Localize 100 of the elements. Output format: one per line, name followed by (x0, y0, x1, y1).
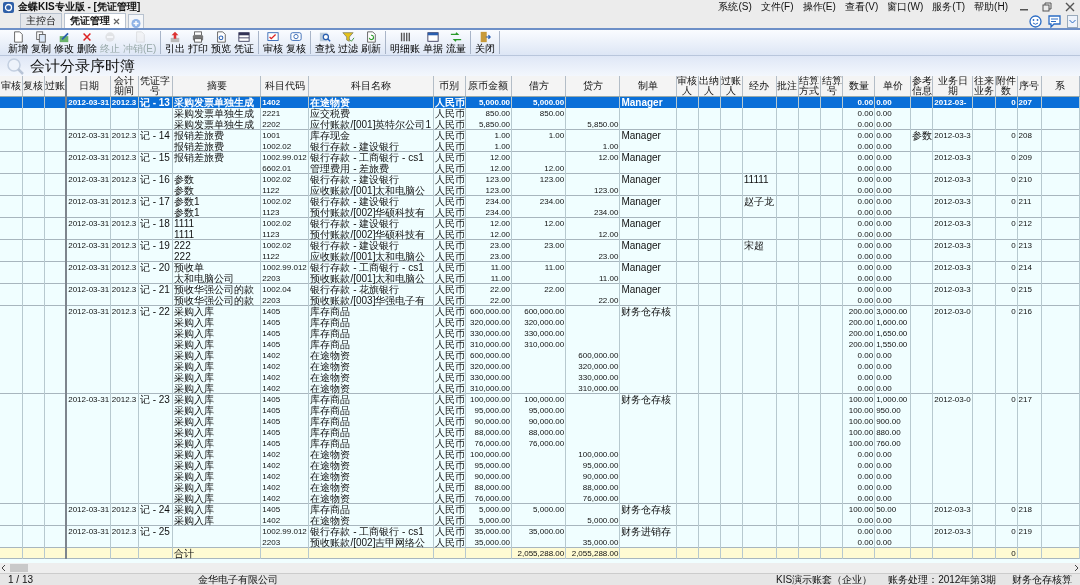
toolbar-button[interactable]: 关闭 (474, 31, 497, 54)
column-header[interactable]: 科目代码 (260, 76, 309, 97)
table-row[interactable]: 采购入库 1402 在途物资 人民币 600,000.00 600,000.00 0.00 0.00 (0, 350, 1080, 361)
table-row[interactable]: 采购入库 1402 在途物资 人民币 330,000.00 330,000.00 0.00 0.00 (0, 372, 1080, 383)
column-header[interactable]: 批注 (776, 76, 799, 97)
table-row[interactable]: 参数 1122 应收账款/[001]太和电脑公 人民币 123.00 123.00 0.00 0.00 (0, 185, 1080, 196)
toolbar-button[interactable]: 凭证 (233, 31, 256, 54)
table-row[interactable]: 采购入库 1402 在途物资 人民币 100,000.00 100,000.00 0.00 0.00 (0, 449, 1080, 460)
toolbar-button[interactable]: 流量 (445, 31, 468, 54)
menu-item[interactable]: 服务(T) (932, 1, 966, 13)
column-header[interactable]: 会计期间 (110, 76, 139, 97)
toolbar-button[interactable]: 过滤 (337, 31, 360, 54)
toolbar-button[interactable]: 删除 (76, 31, 98, 54)
column-header[interactable]: 附件数 (995, 76, 1018, 97)
table-row[interactable]: 2012-03-31 2012.3 记 - 18 1111 1002.02 银行存款 - 建设银行 人民币 12.00 12.00 Manager 0.00 0.00 2012-03-3 0 212 (0, 218, 1080, 229)
tab[interactable]: 凭证管理 (64, 13, 126, 28)
column-header[interactable]: 参考信息 (910, 76, 933, 97)
column-header[interactable]: 结算方式 (798, 76, 821, 97)
column-header[interactable]: 审核 (0, 76, 23, 97)
column-header[interactable]: 数量 (842, 76, 875, 97)
table-row[interactable]: 2012-03-31 2012.3 记 - 22 采购入库 1405 库存商品 人民币 600,000.00 600,000.00 财务仓存核 200.00 3,000.00 2012-03-0 0 216 (0, 306, 1080, 317)
table-row[interactable]: 采购入库 1405 库存商品 人民币 310,000.00 310,000.00 200.00 1,550.00 (0, 339, 1080, 350)
toolbar-button[interactable]: 预览 (210, 31, 233, 54)
menu-item[interactable]: 文件(F) (760, 1, 794, 13)
column-header[interactable]: 币别 (433, 76, 466, 97)
tab[interactable]: 主控台 (20, 13, 62, 28)
table-row[interactable]: 采购发票单独生成 2221 应交税费 人民币 850.00 850.00 0.00 0.00 (0, 108, 1080, 119)
table-row[interactable]: 采购入库 1405 库存商品 人民币 95,000.00 95,000.00 100.00 950.00 (0, 405, 1080, 416)
menu-item[interactable]: 窗口(W) (887, 1, 924, 13)
table-row[interactable]: 2012-03-31 2012.3 记 - 16 参数 1002.02 银行存款 - 建设银行 人民币 123.00 123.00 Manager 11111 0.00 0.00 2012-03-3 0 210 (0, 174, 1080, 185)
table-row[interactable]: 报销差旅费 1002.02 银行存款 - 建设银行 人民币 1.00 1.00 0.00 0.00 (0, 141, 1080, 152)
table-row[interactable]: 2012-03-31 2012.3 记 - 23 采购入库 1405 库存商品 人民币 100,000.00 100,000.00 财务仓存核 100.00 1,000.00 2012-03-0 0 217 (0, 394, 1080, 405)
table-row[interactable]: 2012-03-31 2012.3 记 - 14 报销差旅费 1001 库存现金 人民币 1.00 1.00 Manager 0.00 0.00 参数 2012-03-3 0 208 (0, 130, 1080, 141)
scroll-left-icon[interactable] (0, 564, 8, 572)
column-header[interactable]: 序号 (1017, 76, 1042, 97)
menu-item[interactable]: 帮助(H) (974, 1, 1008, 13)
table-row[interactable]: 采购入库 1405 库存商品 人民币 88,000.00 88,000.00 100.00 880.00 (0, 427, 1080, 438)
table-row[interactable]: 采购入库 1405 库存商品 人民币 330,000.00 330,000.00 200.00 1,650.00 (0, 328, 1080, 339)
close-icon[interactable] (1063, 1, 1077, 13)
table-row[interactable]: 1111 1123 预付账款/[002]华硕科技有 人民币 12.00 12.00 0.00 0.00 (0, 229, 1080, 240)
column-header[interactable]: 复核 (22, 76, 45, 97)
table-row[interactable]: 采购入库 1402 在途物资 人民币 76,000.00 76,000.00 0.00 0.00 (0, 493, 1080, 504)
column-header[interactable]: 借方 (511, 76, 566, 97)
table-row[interactable]: 太和电脑公司 2203 预收账款/[001]太和电脑公 人民币 11.00 11.00 0.00 0.00 (0, 273, 1080, 284)
table-row[interactable]: 2012-03-31 2012.3 记 - 17 参数1 1002.02 银行存款 - 建设银行 人民币 234.00 234.00 Manager 赵子龙 0.00 0.00 2012-03-3 0 211 (0, 196, 1080, 207)
table-row[interactable]: 采购入库 1402 在途物资 人民币 88,000.00 88,000.00 0.00 0.00 (0, 482, 1080, 493)
table-row[interactable]: 6602.01 管理费用 - 差旅费 人民币 12.00 12.00 0.00 0.00 (0, 163, 1080, 174)
table-row[interactable]: 2012-03-31 2012.3 记 - 21 预收华强公司的款 1002.04 银行存款 - 花旗银行 人民币 22.00 22.00 Manager 0.00 0.00 2012-03-3 0 215 (0, 284, 1080, 295)
column-header[interactable]: 日期 (66, 76, 111, 97)
table-row[interactable]: 222 1122 应收账款/[001]太和电脑公 人民币 23.00 23.00 0.00 0.00 (0, 251, 1080, 262)
toolbar-button[interactable]: 查找 (314, 31, 337, 54)
column-header[interactable]: 过账 (44, 76, 67, 97)
table-row[interactable]: 采购入库 1405 库存商品 人民币 320,000.00 320,000.00 200.00 1,600.00 (0, 317, 1080, 328)
table-row[interactable]: 采购入库 1402 在途物资 人民币 320,000.00 320,000.00 0.00 0.00 (0, 361, 1080, 372)
message-icon[interactable] (1048, 14, 1061, 28)
smiley-icon[interactable] (1029, 14, 1042, 28)
column-header[interactable]: 科目名称 (308, 76, 434, 97)
table-row[interactable]: 采购入库 1402 在途物资 人民币 5,000.00 5,000.00 0.00 0.00 (0, 515, 1080, 526)
column-header[interactable]: 制单 (619, 76, 677, 97)
column-header[interactable]: 审核人 (676, 76, 699, 97)
column-header[interactable]: 经办 (742, 76, 777, 97)
table-row[interactable]: 采购发票单独生成 2202 应付账款/[001]英特尔公司1 人民币 5,850.00 5,850.00 0.00 0.00 (0, 119, 1080, 130)
table-row[interactable]: 预收华强公司的款 2203 预收账款/[003]华强电子有 人民币 22.00 22.00 0.00 0.00 (0, 295, 1080, 306)
table-row[interactable]: 采购入库 1405 库存商品 人民币 76,000.00 76,000.00 100.00 760.00 (0, 438, 1080, 449)
table-row[interactable]: 2012-03-31 2012.3 记 - 19 222 1002.02 银行存款 - 建设银行 人民币 23.00 23.00 Manager 宋超 0.00 0.00 2012-03-3 0 213 (0, 240, 1080, 251)
menu-item[interactable]: 操作(E) (802, 1, 836, 13)
toolbar-button[interactable]: 修改 (53, 31, 75, 54)
toolbar-button[interactable]: 打印 (187, 31, 210, 54)
column-header[interactable]: 过账人 (720, 76, 743, 97)
column-header[interactable]: 出纳人 (698, 76, 721, 97)
table-row[interactable]: 2012-03-31 2012.3 记 - 24 采购入库 1405 库存商品 人民币 5,000.00 5,000.00 财务仓存核 100.00 50.00 2012-03-3 0 218 (0, 504, 1080, 515)
toolbar-button[interactable]: 复制 (30, 31, 52, 54)
toolbar-button[interactable]: 单据 (422, 31, 445, 54)
table-row[interactable]: 参数1 1123 预付账款/[002]华硕科技有 人民币 234.00 234.00 0.00 0.00 (0, 207, 1080, 218)
column-header[interactable]: 原币金额 (465, 76, 512, 97)
toolbar-button[interactable]: 引出 (164, 31, 187, 54)
toolbar-button[interactable]: 复核 (285, 31, 308, 54)
table-row[interactable]: 2012-03-31 2012.3 记 - 15 报销差旅费 1002.99.012 银行存款 - 工商银行 - cs1 人民币 12.00 12.00 Manager 0.00 0.00 2012-03-3 0 209 (0, 152, 1080, 163)
menu-item[interactable]: 查看(V) (844, 1, 879, 13)
column-header[interactable]: 摘要 (172, 76, 261, 97)
menu-item[interactable]: 系统(S) (718, 1, 752, 13)
column-header[interactable]: 业务日期 (932, 76, 973, 97)
close-icon[interactable] (113, 17, 120, 25)
column-header[interactable]: 贷方 (565, 76, 620, 97)
toolbar-button[interactable]: 新增 (7, 31, 29, 54)
column-header[interactable]: 结算号 (820, 76, 843, 97)
restore-icon[interactable] (1040, 1, 1054, 13)
column-header[interactable]: 单价 (874, 76, 911, 97)
toolbar-button[interactable]: 明细账 (389, 31, 422, 54)
column-header[interactable]: 系 (1041, 76, 1080, 97)
table-row[interactable]: 采购入库 1405 库存商品 人民币 90,000.00 90,000.00 100.00 900.00 (0, 416, 1080, 427)
column-header[interactable]: 凭证字号 (138, 76, 173, 97)
table-row[interactable]: 2012-03-31 2012.3 记 - 25 1002.99.012 银行存款 - 工商银行 - cs1 人民币 35,000.00 35,000.00 财务进销存 0.00 0.00 2012-03-3 0 219 (0, 526, 1080, 537)
table-row[interactable]: 采购入库 1402 在途物资 人民币 310,000.00 310,000.00 0.00 0.00 (0, 383, 1080, 394)
column-header[interactable]: 往来业务 (972, 76, 995, 97)
scrollbar-thumb[interactable] (10, 564, 28, 572)
table-row[interactable]: 2012-03-31 2012.3 记 - 20 预收单 1002.99.012 银行存款 - 工商银行 - cs1 人民币 11.00 11.00 Manager 0.00 0.00 2012-03-3 0 214 (0, 262, 1080, 273)
toolbar-button[interactable]: 审核 (262, 31, 285, 54)
scroll-right-icon[interactable] (1072, 564, 1080, 572)
table-row[interactable]: 采购入库 1402 在途物资 人民币 95,000.00 95,000.00 0.00 0.00 (0, 460, 1080, 471)
